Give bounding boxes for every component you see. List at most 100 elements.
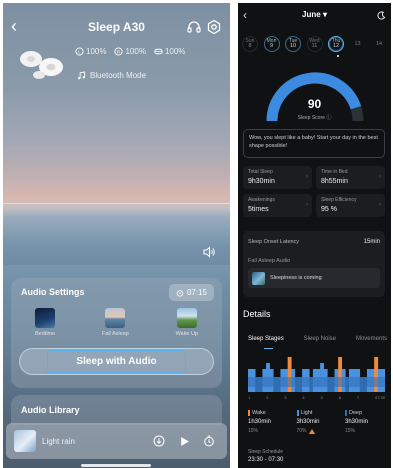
axis-tick: 4 — [302, 395, 305, 400]
stages-legend: Wake 1h30min 15% Light 3h30min 70% Deep … — [248, 410, 385, 434]
earbuds-image — [20, 51, 63, 79]
active-tab-indicator — [264, 348, 273, 349]
fall-asleep-audio-label: Fall Asleep Audio — [248, 258, 291, 264]
scene-label: Wake Up — [175, 331, 198, 337]
legend-name-text: Light — [300, 410, 313, 416]
legend-percent: 15% — [248, 428, 288, 434]
chevron-right-icon: › — [379, 202, 381, 208]
timer-icon[interactable] — [202, 434, 216, 448]
mini-player[interactable]: Light rain — [6, 423, 227, 459]
axis-tick: 1 — [248, 395, 251, 400]
legend-percent-text: 70% — [296, 428, 307, 434]
alarm-timer-button[interactable]: 07:15 — [168, 284, 214, 301]
stat-value: 9h30min — [248, 178, 275, 185]
sleep-schedule-label: Sleep Schedule — [248, 449, 284, 455]
legend-deep: Deep 3h30min 15% — [345, 410, 385, 434]
day-date: 12 — [332, 43, 340, 49]
sleep-message: Wow, you slept like a baby! Start your d… — [243, 129, 385, 158]
legend-light: Light 3h30min 70% — [296, 410, 337, 434]
scene-bedtime[interactable]: Bedtime — [35, 308, 55, 337]
volume-icon[interactable] — [202, 245, 216, 259]
wake-up-thumbnail — [176, 308, 197, 328]
sleep-latency-card: Sleep Onset Latency 15min Fall Asleep Au… — [243, 231, 385, 297]
track-name: Light rain — [42, 436, 75, 446]
bluetooth-mode[interactable]: Bluetooth Mode — [77, 71, 146, 80]
app-header: ‹ Sleep A30 — [3, 16, 230, 37]
stat-sleep-efficiency[interactable]: Sleep Efficiency 95 % › — [316, 194, 385, 217]
sleep-report-screen: ‹ June ▾ Sun 8 Mon 9 Tue 10 Wed 11 Thu 12 13 … — [238, 3, 391, 468]
music-note-icon — [78, 71, 86, 80]
legend-percent: 15% — [345, 428, 385, 434]
selected-day-dot — [337, 55, 339, 57]
scene-fall-asleep[interactable]: Fall Asleep — [102, 308, 129, 337]
stat-value: 8h55min — [321, 178, 348, 185]
details-title: Details — [243, 309, 271, 319]
tab-movements[interactable]: Movements — [356, 336, 387, 342]
scene-label: Bedtime — [35, 331, 56, 337]
legend-name-text: Wake — [252, 410, 266, 416]
details-tabs: Sleep Stages Sleep Noise Movements — [248, 336, 387, 342]
day-item[interactable]: Wed 11 — [306, 36, 323, 52]
sleep-with-audio-button[interactable]: Sleep with Audio — [19, 348, 214, 375]
day-date: 13 — [354, 40, 361, 47]
deep-sleep-band — [248, 377, 385, 387]
download-icon[interactable] — [152, 434, 166, 448]
day-item[interactable]: Sun 8 — [242, 36, 258, 52]
axis-tick: 3 — [284, 395, 287, 400]
axis-tick: 07:30 — [374, 395, 385, 400]
chevron-right-icon: › — [379, 174, 381, 180]
fall-asleep-audio-item[interactable]: Sleepiness is coming — [248, 268, 380, 288]
warning-icon — [308, 428, 315, 434]
day-item[interactable]: Tue 10 — [285, 36, 301, 52]
month-selector[interactable]: June ▾ — [238, 10, 391, 19]
axis-tick: 7 — [356, 395, 360, 400]
right-bud-icon: R — [114, 47, 124, 56]
legend-name: Wake — [248, 410, 288, 416]
stat-value: 95 % — [321, 206, 337, 213]
day-item[interactable]: Mon 9 — [263, 36, 280, 52]
day-date: 8 — [248, 43, 252, 49]
chevron-down-icon: ▾ — [322, 10, 327, 19]
legend-name: Light — [296, 410, 337, 416]
tab-sleep-stages[interactable]: Sleep Stages — [248, 336, 284, 342]
svg-text:R: R — [117, 49, 121, 54]
day-date: 10 — [289, 43, 297, 49]
day-item[interactable]: 13 — [350, 36, 366, 52]
day-item-selected[interactable]: Thu 12 — [328, 36, 344, 52]
case-battery: 100% — [154, 47, 185, 56]
axis-tick: 5 — [320, 395, 323, 400]
stat-time-in-bed[interactable]: Time in Bed 8h55min › — [316, 166, 385, 189]
headset-icon[interactable] — [186, 19, 202, 35]
sleep-stages-chart — [248, 357, 385, 392]
stat-total-sleep[interactable]: Total Sleep 9h30min › — [243, 166, 312, 189]
horizon-line — [3, 203, 230, 204]
legend-time: 1h30min — [248, 419, 272, 425]
track-thumbnail — [14, 430, 36, 452]
case-battery-value: 100% — [164, 47, 186, 56]
gear-icon[interactable] — [206, 19, 222, 35]
sea-background — [3, 205, 230, 265]
scene-wake-up[interactable]: Wake Up — [176, 308, 198, 337]
legend-time: 3h30min — [296, 419, 320, 425]
axis-tick: 6 — [338, 395, 341, 400]
sleep-schedule-value: 23:30 - 07:30 — [248, 457, 284, 463]
chevron-right-icon: › — [306, 174, 308, 180]
info-icon[interactable]: ⓘ — [326, 115, 331, 121]
audio-settings-card: Audio Settings 07:15 Bedtime Fall Asleep… — [11, 278, 222, 388]
sleep-score-label-text: Sleep Score — [297, 115, 325, 121]
audio-scenes: Bedtime Fall Asleep Wake Up — [19, 308, 214, 337]
tab-sleep-noise[interactable]: Sleep Noise — [304, 336, 336, 342]
play-icon[interactable] — [177, 434, 191, 448]
stat-awakenings[interactable]: Awakenings 5times › — [243, 194, 312, 217]
earbuds-app-screen: ‹ Sleep A30 L 100% R 100% 100% Bluetooth… — [3, 3, 230, 468]
deep-color-bar — [345, 410, 347, 416]
home-indicator — [81, 464, 151, 467]
bluetooth-mode-label: Bluetooth Mode — [90, 71, 147, 80]
moon-icon[interactable] — [377, 11, 386, 20]
latency-row[interactable]: Sleep Onset Latency 15min — [248, 239, 380, 245]
day-date: 11 — [311, 43, 318, 49]
legend-percent-text: 15% — [345, 428, 356, 434]
right-bud-battery-value: 100% — [125, 47, 146, 56]
day-date: 9 — [269, 43, 274, 49]
day-item[interactable]: 14 — [371, 36, 387, 52]
